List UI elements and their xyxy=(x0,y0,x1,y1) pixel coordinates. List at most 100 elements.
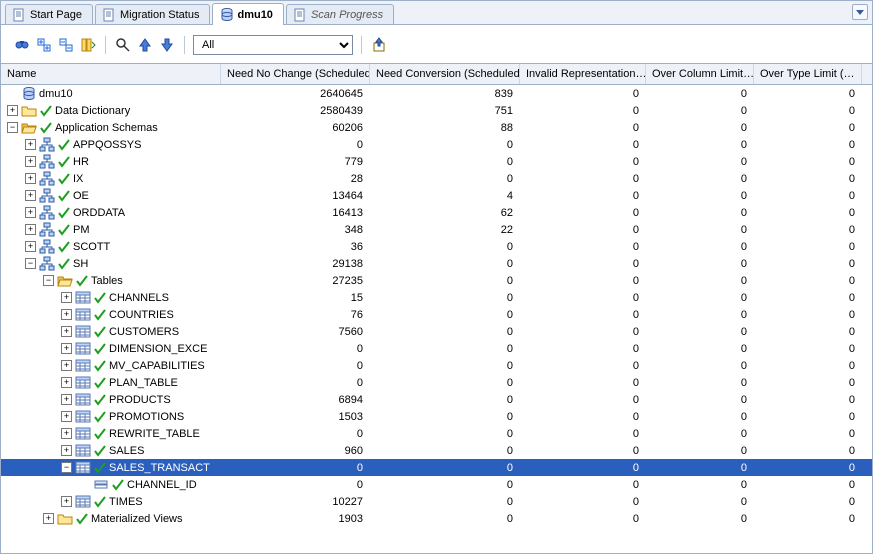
cell-value: 0 xyxy=(520,136,646,153)
tab-scan-progress[interactable]: Scan Progress xyxy=(286,4,394,24)
col-need-no-change[interactable]: Need No Change (Scheduled) xyxy=(221,64,370,84)
tree-row[interactable]: +HR7790000 xyxy=(1,153,872,170)
cell-name: +TIMES xyxy=(1,493,221,510)
tree-row[interactable]: CHANNEL_ID00000 xyxy=(1,476,872,493)
tree-row[interactable]: +PRODUCTS68940000 xyxy=(1,391,872,408)
tab-migration-status[interactable]: Migration Status xyxy=(95,4,210,24)
tree-row[interactable]: −SH291380000 xyxy=(1,255,872,272)
table-icon xyxy=(75,494,91,510)
tree-row[interactable]: −Application Schemas6020688000 xyxy=(1,119,872,136)
collapse-node-button[interactable] xyxy=(57,36,75,54)
expand-icon[interactable]: + xyxy=(25,224,36,235)
tree-row[interactable]: +COUNTRIES760000 xyxy=(1,306,872,323)
cell-value: 0 xyxy=(646,221,754,238)
expand-icon[interactable]: + xyxy=(25,173,36,184)
move-up-button[interactable] xyxy=(136,36,154,54)
expand-icon[interactable]: + xyxy=(61,360,72,371)
tree-row[interactable]: +OE134644000 xyxy=(1,187,872,204)
find-button[interactable] xyxy=(13,36,31,54)
tree-row[interactable]: +Data Dictionary2580439751000 xyxy=(1,102,872,119)
tree-row[interactable]: +APPQOSSYS00000 xyxy=(1,136,872,153)
tree-row[interactable]: +REWRITE_TABLE00000 xyxy=(1,425,872,442)
tree-row[interactable]: +TIMES102270000 xyxy=(1,493,872,510)
expand-node-button[interactable] xyxy=(35,36,53,54)
col-over-type-limit[interactable]: Over Type Limit (… xyxy=(754,64,862,84)
tree-row[interactable]: dmu102640645839000 xyxy=(1,85,872,102)
db-icon xyxy=(21,86,37,102)
collapse-icon[interactable]: − xyxy=(7,122,18,133)
tree-row[interactable]: +SCOTT360000 xyxy=(1,238,872,255)
columns-button[interactable] xyxy=(79,36,97,54)
tree-row[interactable]: +DIMENSION_EXCE00000 xyxy=(1,340,872,357)
expand-icon[interactable]: + xyxy=(61,292,72,303)
expand-icon[interactable]: + xyxy=(61,309,72,320)
col-invalid-representation[interactable]: Invalid Representation… xyxy=(520,64,646,84)
cell-value: 0 xyxy=(370,170,520,187)
expand-icon[interactable]: + xyxy=(61,343,72,354)
tree-row[interactable]: +ORDDATA1641362000 xyxy=(1,204,872,221)
expand-icon[interactable]: + xyxy=(25,190,36,201)
cell-name: + Data Dictionary xyxy=(1,102,221,119)
expand-icon[interactable]: + xyxy=(7,105,18,116)
search-button[interactable] xyxy=(114,36,132,54)
tree-row[interactable]: +PM34822000 xyxy=(1,221,872,238)
tree-row[interactable]: −Tables272350000 xyxy=(1,272,872,289)
cell-value: 0 xyxy=(646,170,754,187)
cell-value: 62 xyxy=(370,204,520,221)
cell-value: 10227 xyxy=(221,493,370,510)
columns-icon xyxy=(80,37,96,53)
cell-value: 0 xyxy=(754,306,862,323)
cell-value: 0 xyxy=(370,340,520,357)
cell-value: 28 xyxy=(221,170,370,187)
node-label: Materialized Views xyxy=(91,513,183,525)
filter-combo[interactable]: All xyxy=(193,35,353,55)
cell-name: +SCOTT xyxy=(1,238,221,255)
tree-row[interactable]: +IX280000 xyxy=(1,170,872,187)
expand-icon[interactable]: + xyxy=(25,139,36,150)
expand-icon[interactable]: + xyxy=(61,428,72,439)
tab-overflow-button[interactable] xyxy=(852,4,868,20)
tree-row[interactable]: +SALES9600000 xyxy=(1,442,872,459)
node-label: PRODUCTS xyxy=(109,394,171,406)
check-icon xyxy=(57,206,71,220)
move-down-button[interactable] xyxy=(158,36,176,54)
node-label: SH xyxy=(73,258,88,270)
tab-dmu10[interactable]: dmu10 xyxy=(212,3,283,25)
tree-row[interactable]: +MV_CAPABILITIES00000 xyxy=(1,357,872,374)
expand-icon[interactable]: + xyxy=(61,411,72,422)
expand-icon[interactable]: + xyxy=(25,241,36,252)
expand-icon[interactable]: + xyxy=(43,513,54,524)
check-icon xyxy=(93,410,107,424)
tab-label: Scan Progress xyxy=(311,9,383,21)
expand-icon[interactable]: + xyxy=(25,156,36,167)
col-need-conversion[interactable]: Need Conversion (Scheduled) xyxy=(370,64,520,84)
check-icon xyxy=(111,478,125,492)
export-button[interactable] xyxy=(370,36,388,54)
col-name[interactable]: Name xyxy=(1,64,221,84)
node-label: Data Dictionary xyxy=(55,105,130,117)
cell-value: 0 xyxy=(520,374,646,391)
cell-value: 0 xyxy=(754,391,862,408)
cell-value: 0 xyxy=(370,408,520,425)
tree-row[interactable]: +Materialized Views19030000 xyxy=(1,510,872,527)
cell-value: 0 xyxy=(221,357,370,374)
node-label: APPQOSSYS xyxy=(73,139,141,151)
grid-body[interactable]: dmu102640645839000+Data Dictionary258043… xyxy=(1,85,872,553)
expand-icon[interactable]: + xyxy=(25,207,36,218)
cell-value: 0 xyxy=(646,102,754,119)
tree-row[interactable]: +PLAN_TABLE00000 xyxy=(1,374,872,391)
expand-icon[interactable]: + xyxy=(61,496,72,507)
expand-icon[interactable]: + xyxy=(61,394,72,405)
collapse-icon[interactable]: − xyxy=(25,258,36,269)
tree-row[interactable]: +CUSTOMERS75600000 xyxy=(1,323,872,340)
expand-icon[interactable]: + xyxy=(61,326,72,337)
collapse-icon[interactable]: − xyxy=(61,462,72,473)
tree-row[interactable]: +PROMOTIONS15030000 xyxy=(1,408,872,425)
tree-row[interactable]: −SALES_TRANSACT00000 xyxy=(1,459,872,476)
collapse-icon[interactable]: − xyxy=(43,275,54,286)
expand-icon[interactable]: + xyxy=(61,445,72,456)
tab-start-page[interactable]: Start Page xyxy=(5,4,93,24)
col-over-column-limit[interactable]: Over Column Limit… xyxy=(646,64,754,84)
tree-row[interactable]: +CHANNELS150000 xyxy=(1,289,872,306)
expand-icon[interactable]: + xyxy=(61,377,72,388)
